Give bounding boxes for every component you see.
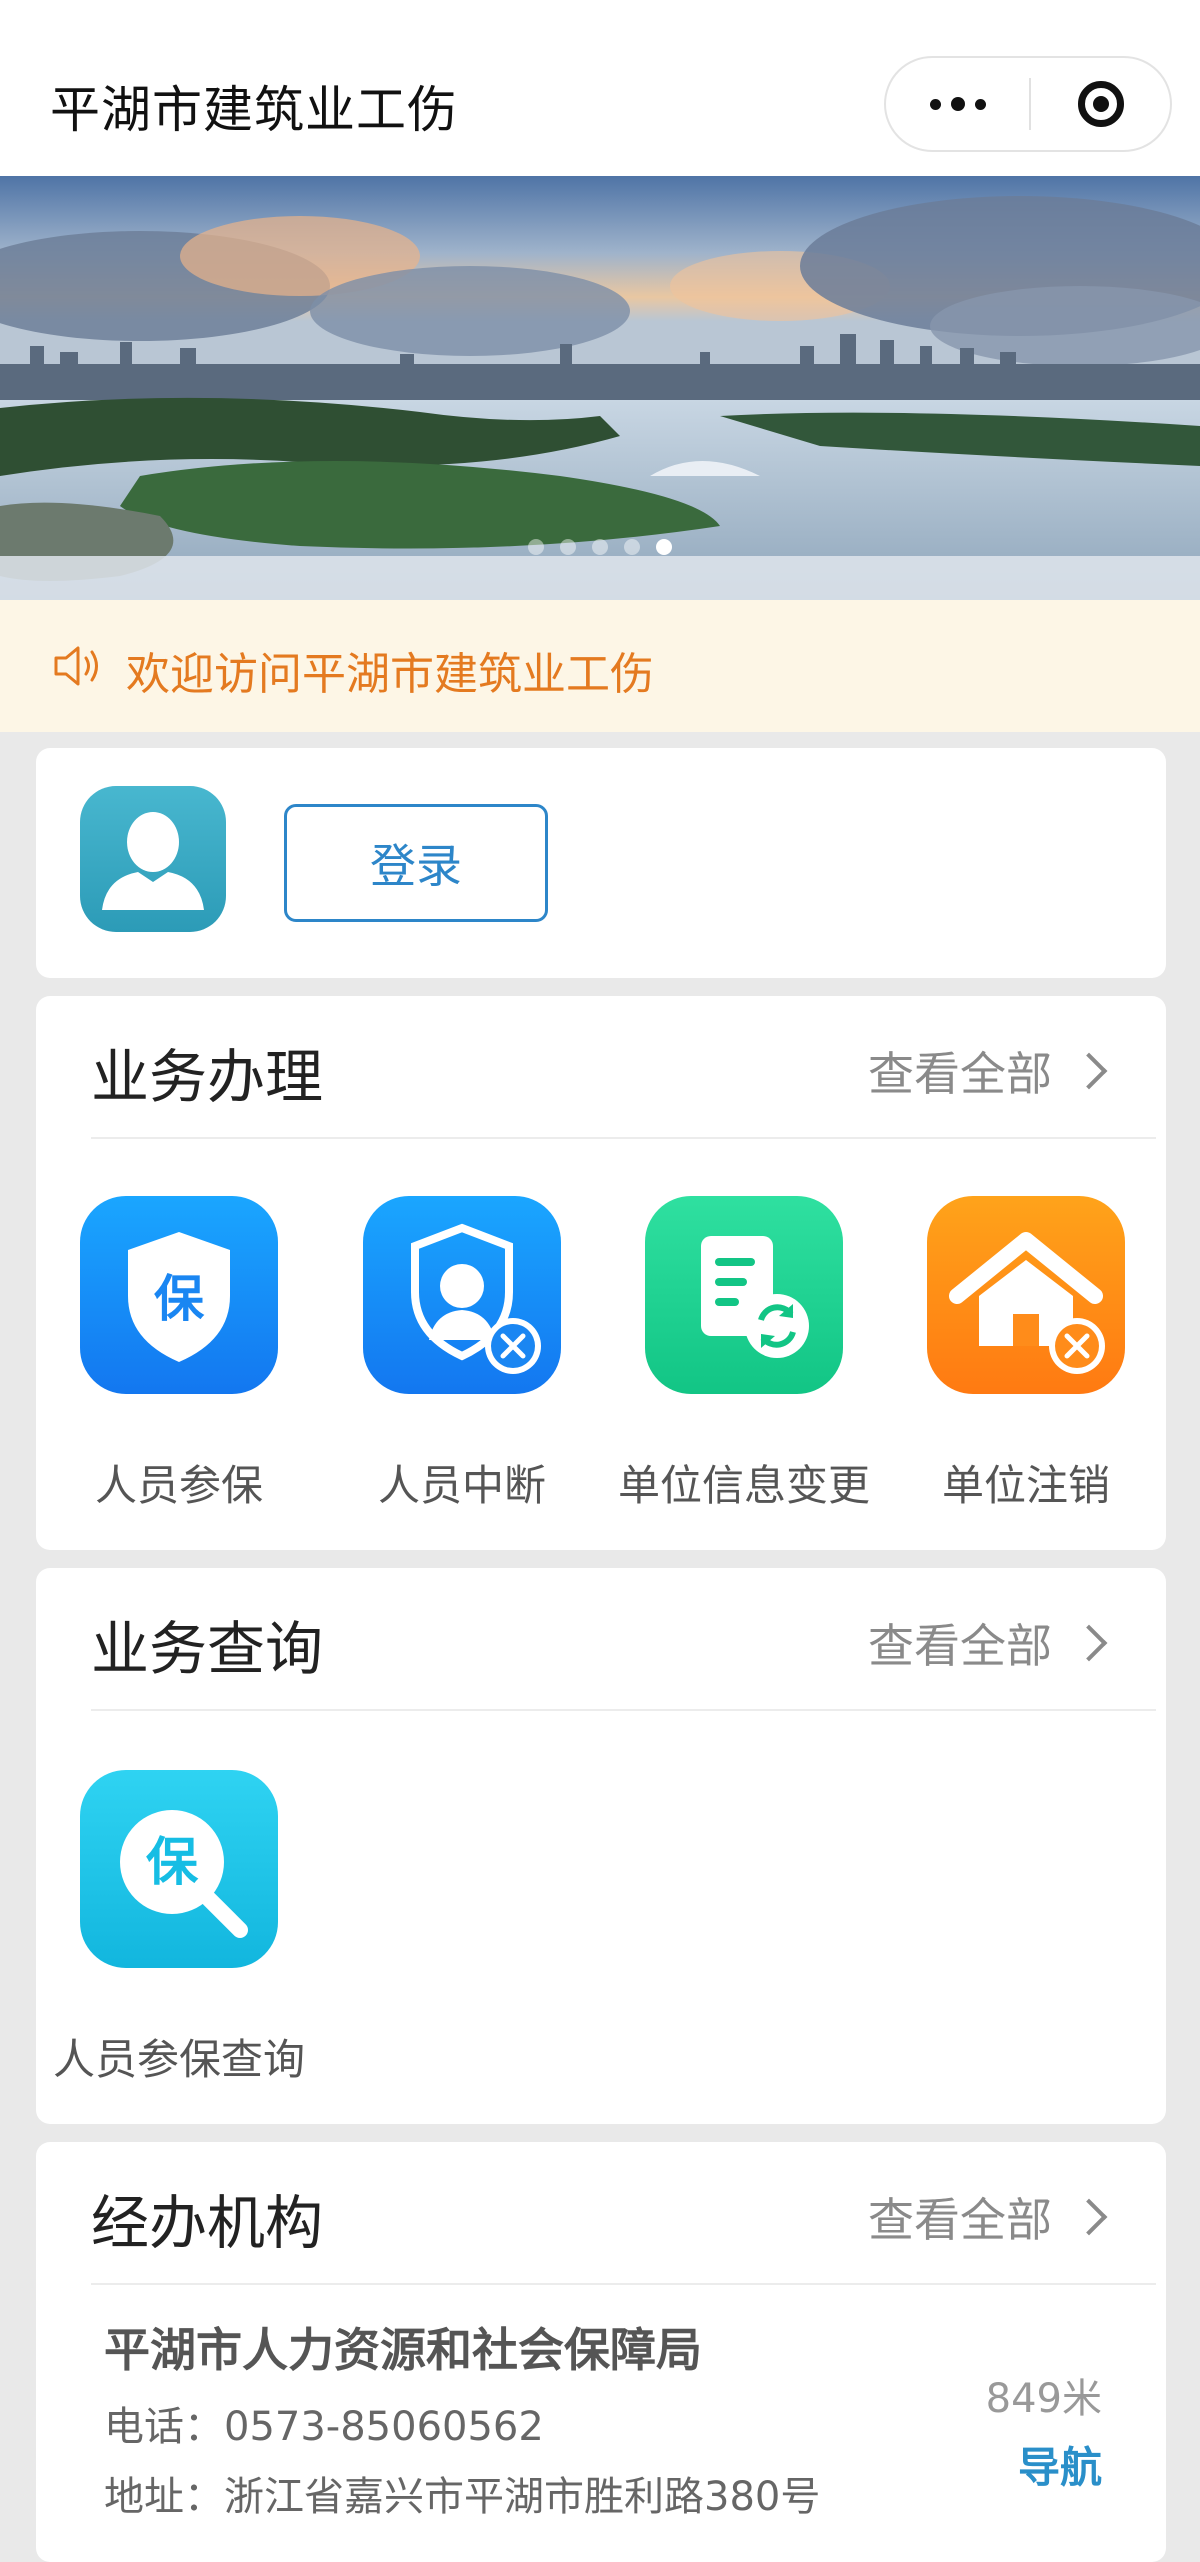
service-label: 单位注销: [941, 1461, 1110, 1510]
service-label: 人员参保: [94, 1461, 263, 1510]
user-avatar-icon: [80, 786, 226, 932]
business-section: 业务办理 查看全部 保 人员参保 人员中断 单位信息变更 单位注销: [36, 996, 1166, 1550]
section-header: 业务办理 查看全部: [36, 996, 1166, 1139]
person-shield-cancel-icon: [363, 1196, 561, 1394]
section-title: 经办机构: [91, 2189, 324, 2257]
banner-image: [0, 176, 1200, 600]
section-title: 业务查询: [91, 1615, 324, 1683]
carousel-indicator: [0, 539, 1200, 555]
login-card: 登录: [36, 748, 1166, 978]
section-header: 经办机构 查看全部: [36, 2142, 1166, 2285]
document-refresh-icon: [645, 1196, 843, 1394]
divider: [91, 2283, 1156, 2285]
carousel-dot[interactable]: [528, 539, 544, 555]
navigation-bar: 平湖市建筑业工伤: [0, 0, 1200, 176]
divider: [91, 1137, 1156, 1139]
navigate-button[interactable]: 导航: [1018, 2434, 1102, 2495]
chevron-right-icon: [1070, 1624, 1108, 1662]
view-all-link[interactable]: 查看全部: [868, 2184, 1108, 2250]
carousel-dot[interactable]: [560, 539, 576, 555]
shield-bao-icon: 保: [80, 1196, 278, 1394]
chevron-right-icon: [1070, 1052, 1108, 1090]
notice-bar: 欢迎访问平湖市建筑业工伤: [0, 600, 1200, 732]
carousel-dot[interactable]: [592, 539, 608, 555]
login-button[interactable]: 登录: [284, 804, 548, 922]
mini-program-capsule: [884, 56, 1172, 152]
view-all-label: 查看全部: [868, 1619, 1052, 1673]
agency-name: 平湖市人力资源和社会保障局: [104, 2323, 702, 2377]
notice-text: 欢迎访问平湖市建筑业工伤: [126, 649, 654, 700]
carousel-dot-active[interactable]: [656, 539, 672, 555]
more-dots-icon[interactable]: [886, 58, 1029, 150]
section-header: 业务查询 查看全部: [36, 1568, 1166, 1711]
speaker-icon: [54, 646, 98, 686]
agency-phone[interactable]: 电话：0573-85060562: [104, 2394, 544, 2452]
house-cancel-icon: [927, 1196, 1125, 1394]
target-close-icon[interactable]: [1031, 58, 1170, 150]
view-all-label: 查看全部: [868, 2193, 1052, 2247]
agency-section: 经办机构 查看全部 平湖市人力资源和社会保障局 电话：0573-85060562…: [36, 2142, 1166, 2562]
agency-address: 地址：浙江省嘉兴市平湖市胜利路380号: [104, 2474, 821, 2520]
banner-carousel[interactable]: [0, 176, 1200, 600]
carousel-dot[interactable]: [624, 539, 640, 555]
service-label: 单位信息变更: [617, 1461, 870, 1510]
query-section: 业务查询 查看全部 保 人员参保查询: [36, 1568, 1166, 2124]
agency-distance: 849米: [985, 2376, 1102, 2422]
service-label: 人员参保查询: [52, 2035, 305, 2084]
section-title: 业务办理: [91, 1043, 324, 1111]
page-title: 平湖市建筑业工伤: [50, 81, 458, 139]
service-label: 人员中断: [377, 1461, 546, 1510]
svg-text:保: 保: [154, 1270, 205, 1328]
view-all-link[interactable]: 查看全部: [868, 1038, 1108, 1104]
chevron-right-icon: [1070, 2198, 1108, 2236]
divider: [91, 1709, 1156, 1711]
svg-text:保: 保: [146, 1833, 199, 1893]
view-all-link[interactable]: 查看全部: [868, 1610, 1108, 1676]
search-bao-icon: 保: [80, 1770, 278, 1968]
view-all-label: 查看全部: [868, 1047, 1052, 1101]
